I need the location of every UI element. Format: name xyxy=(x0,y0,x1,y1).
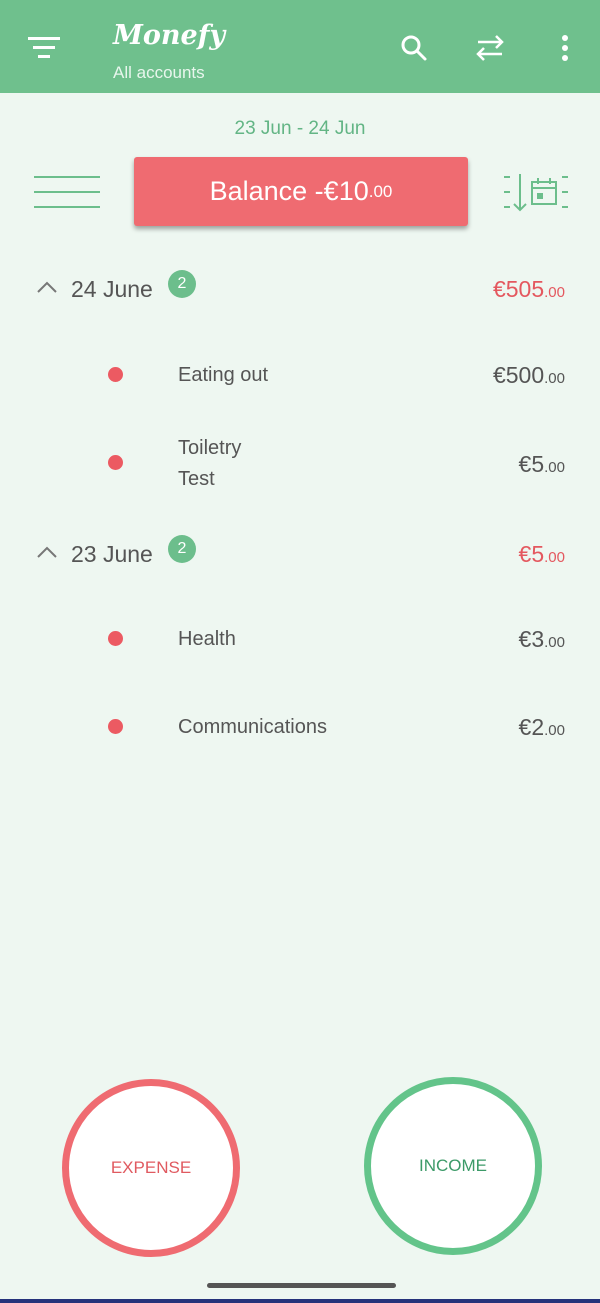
category-name: Health xyxy=(178,628,236,650)
day-group-header[interactable]: 23 June 2 €5.00 xyxy=(0,535,600,575)
account-selector[interactable]: All accounts xyxy=(113,63,205,83)
day-group-header[interactable]: 24 June 2 €505.00 xyxy=(0,270,600,310)
group-date: 24 June xyxy=(71,276,153,302)
count-badge: 2 xyxy=(168,270,196,298)
app-title: Monefy xyxy=(113,20,226,51)
category-name: Communications xyxy=(178,716,327,738)
category-dot xyxy=(108,455,123,470)
filter-icon[interactable] xyxy=(18,28,70,68)
more-vert-icon[interactable] xyxy=(550,28,580,68)
group-total: €5.00 xyxy=(518,541,565,567)
transaction-amount: €2.00 xyxy=(518,714,565,740)
transfer-icon[interactable] xyxy=(470,28,510,68)
balance-label: Balance -€10 xyxy=(209,176,369,206)
transaction-row[interactable]: Toiletry Test €5.00 xyxy=(0,435,600,495)
chevron-up-icon xyxy=(36,545,58,564)
screen-bottom-edge xyxy=(0,1299,600,1303)
menu-icon[interactable] xyxy=(34,174,100,210)
home-indicator[interactable] xyxy=(207,1283,396,1288)
balance-button[interactable]: Balance -€10.00 xyxy=(134,157,468,226)
count-badge: 2 xyxy=(168,535,196,563)
group-total: €505.00 xyxy=(492,276,565,302)
income-button[interactable]: INCOME xyxy=(364,1077,542,1255)
category-name: Toiletry xyxy=(178,437,242,459)
balance-cents: .00 xyxy=(368,181,393,201)
app-bar: Monefy All accounts xyxy=(0,0,600,93)
group-date: 23 June xyxy=(71,541,153,567)
category-dot xyxy=(108,631,123,646)
transaction-amount: €5.00 xyxy=(518,451,565,477)
transaction-row[interactable]: Health €3.00 xyxy=(0,619,600,663)
date-range[interactable]: 23 Jun - 24 Jun xyxy=(0,118,600,140)
transaction-row[interactable]: Communications €2.00 xyxy=(0,707,600,751)
search-icon[interactable] xyxy=(394,28,434,68)
expense-button[interactable]: EXPENSE xyxy=(62,1079,240,1257)
transaction-amount: €500.00 xyxy=(492,362,565,388)
category-dot xyxy=(108,719,123,734)
chevron-up-icon xyxy=(36,280,58,299)
transaction-note: Test xyxy=(178,468,215,490)
transaction-row[interactable]: Eating out €500.00 xyxy=(0,355,600,399)
transaction-amount: €3.00 xyxy=(518,626,565,652)
category-dot xyxy=(108,367,123,382)
category-name: Eating out xyxy=(178,364,269,386)
sort-by-date-icon[interactable] xyxy=(502,172,570,214)
